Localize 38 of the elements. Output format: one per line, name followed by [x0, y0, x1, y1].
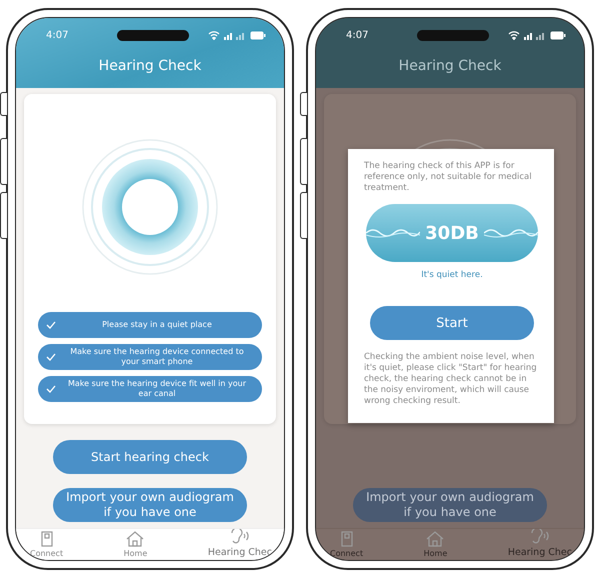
info-text: Checking the ambient noise level, when it's quiet, please click "Start" for hearing check, the hearing check cannot be in the noisy enviroment, which will cause wrong checking result.	[364, 352, 538, 407]
checklist-item: Make sure the hearing device connected to your smart phone	[38, 344, 262, 370]
tab-item[interactable]: Connect	[30, 531, 64, 558]
sound-wave-icon	[484, 227, 538, 239]
status-time: 4:07	[46, 30, 68, 40]
battery-icon	[250, 30, 266, 40]
house-icon	[426, 531, 444, 547]
action-button[interactable]: Import your own audiogram if you have one	[353, 488, 547, 522]
device-icon	[40, 531, 54, 547]
screen-title: Hearing Check	[98, 58, 202, 74]
signal-icon	[524, 30, 546, 40]
check-icon	[46, 353, 56, 361]
action-button[interactable]: Import your own audiogram if you have one	[53, 488, 247, 522]
start-button[interactable]: Start	[370, 306, 534, 340]
wifi-icon	[208, 30, 220, 40]
status-time: 4:07	[346, 30, 368, 40]
tab-item[interactable]: Connect	[330, 531, 364, 558]
tab-item[interactable]: Hearing Chec	[208, 529, 272, 558]
tab-item[interactable]: Home	[424, 531, 448, 558]
ear-icon	[230, 529, 250, 545]
wifi-icon	[508, 30, 520, 40]
check-icon	[46, 321, 56, 329]
check-icon	[46, 385, 56, 393]
noise-level: 30DB	[425, 222, 479, 244]
signal-icon	[224, 30, 246, 40]
tab-item[interactable]: Hearing Chec	[508, 529, 572, 558]
device-icon	[340, 531, 354, 547]
screen-title: Hearing Check	[398, 58, 502, 74]
checklist-item: Make sure the hearing device fit well in your ear canal	[38, 376, 262, 402]
action-button[interactable]: Start hearing check	[53, 440, 247, 474]
sound-wave-icon	[366, 227, 420, 239]
noise-status: It's quiet here.	[421, 270, 483, 280]
checklist-item: Please stay in a quiet place	[38, 312, 262, 338]
ear-icon	[530, 529, 550, 545]
notice-text: The hearing check of this APP is for reference only, not suitable for medical treatment.	[364, 161, 533, 194]
battery-icon	[550, 30, 566, 40]
house-icon	[126, 531, 144, 547]
tab-item[interactable]: Home	[124, 531, 148, 558]
